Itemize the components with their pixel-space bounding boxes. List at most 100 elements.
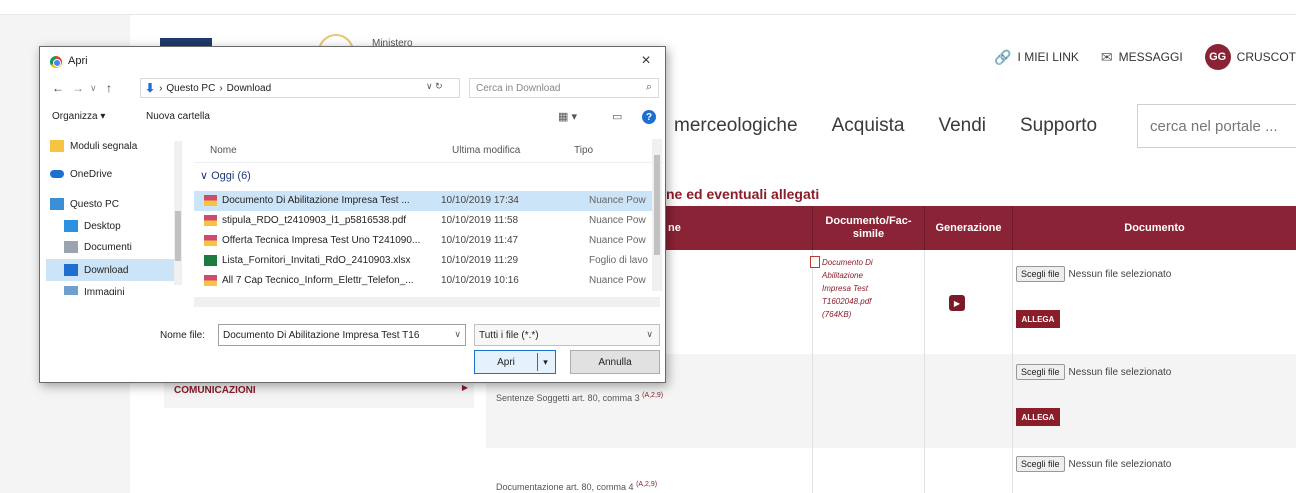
back-arrow-icon[interactable]: ← <box>52 81 64 95</box>
up-arrow-icon[interactable]: ↑ <box>106 81 112 95</box>
refresh-icon[interactable]: ∨ ↻ <box>426 81 443 92</box>
avatar: GG <box>1204 44 1231 70</box>
pdf-icon <box>810 256 820 268</box>
choose-file-button[interactable]: Scegli file <box>1016 266 1065 282</box>
file-status: Nessun file selezionato <box>1068 458 1172 470</box>
nav-pane-scrollbar[interactable] <box>174 141 182 285</box>
chevron-down-icon[interactable]: ∨ <box>454 329 461 340</box>
download-icon <box>64 264 78 276</box>
sidebar-item-label: COMUNICAZIONI <box>174 385 256 396</box>
filename-value: Documento Di Abilitazione Impresa Test T… <box>223 329 420 341</box>
my-links-link[interactable]: 🔗 I MIEI LINK <box>994 49 1079 66</box>
file-picker: Scegli file Nessun file selezionato <box>1016 364 1171 380</box>
images-icon <box>64 286 78 295</box>
excel-icon <box>204 255 217 266</box>
chrome-icon <box>50 56 62 68</box>
close-button[interactable]: × <box>633 49 659 73</box>
nav-item-download[interactable]: Download <box>46 259 180 281</box>
open-file-dialog: Apri × ← → ∨ ↑ ⬇ › Questo PC › Download … <box>39 46 666 383</box>
column-name[interactable]: Nome <box>210 145 237 156</box>
link-icon: 🔗 <box>994 48 1012 65</box>
open-options-dropdown[interactable]: ▾ <box>537 353 553 371</box>
nav-item-moduli[interactable]: Moduli segnala <box>50 135 180 157</box>
facsimile-document-link[interactable]: Documento Di Abilitazione Impresa Test T… <box>810 256 900 321</box>
row-label: Documentazione art. 80, comma 4 (A,2,9) <box>496 481 658 492</box>
row-label: Sentenze Soggetti art. 80, comma 3 (A,2,… <box>496 392 664 403</box>
column-header-document: Documento <box>1012 206 1296 250</box>
breadcrumb-this-pc[interactable]: Questo PC <box>166 83 215 94</box>
nav-item-onedrive[interactable]: OneDrive <box>50 163 180 185</box>
mail-icon: ✉ <box>1100 48 1113 65</box>
list-item[interactable]: stipula_RDO_t2410903_l1_p5816538.pdf 10/… <box>194 211 654 231</box>
generate-button[interactable]: ▶ <box>949 295 965 311</box>
file-picker: Scegli file Nessun file selezionato <box>1016 266 1171 282</box>
nav-item-vendi[interactable]: Vendi <box>938 115 986 137</box>
choose-file-button[interactable]: Scegli file <box>1016 364 1065 380</box>
column-header-generation: Generazione <box>924 206 1012 250</box>
messages-link[interactable]: ✉ MESSAGGI <box>1101 49 1183 66</box>
open-button[interactable]: Apri ▾ <box>474 350 556 374</box>
preview-pane-icon[interactable]: ▭ <box>612 110 622 123</box>
list-item[interactable]: All 7 Cap Tecnico_Inform_Elettr_Telefon_… <box>194 271 654 291</box>
table-row: Documentazione art. 80, comma 4 (A,2,9) … <box>486 448 1296 493</box>
organize-button[interactable]: Organizza ▾ <box>52 111 105 122</box>
download-icon: ⬇ <box>145 81 156 95</box>
top-border <box>0 14 1296 15</box>
nav-item-merceologiche[interactable]: merceologiche <box>674 115 798 137</box>
filetype-select[interactable]: Tutti i file (*.*) ∨ <box>474 324 660 346</box>
column-modified[interactable]: Ultima modifica <box>452 145 520 156</box>
pdf-icon <box>204 195 217 206</box>
nav-item-desktop[interactable]: Desktop <box>64 215 180 237</box>
messages-label: MESSAGGI <box>1118 50 1183 64</box>
main-navigation: merceologiche Acquista Vendi Supporto <box>674 106 1097 146</box>
group-today[interactable]: ∨ Oggi (6) <box>200 169 251 182</box>
section-title: ne ed eventuali allegati <box>666 186 820 202</box>
address-bar[interactable]: ⬇ › Questo PC › Download <box>140 78 460 98</box>
list-item[interactable]: Lista_Fornitori_Invitati_RdO_2410903.xls… <box>194 251 654 271</box>
folder-search-placeholder: Cerca in Download <box>476 82 561 94</box>
list-item[interactable]: Offerta Tecnica Impresa Test Uno T241090… <box>194 231 654 251</box>
desktop-icon <box>64 220 78 232</box>
folder-search-input[interactable]: Cerca in Download ⌕ <box>469 78 659 98</box>
choose-file-button[interactable]: Scegli file <box>1016 456 1065 472</box>
attach-button[interactable]: ALLEGA <box>1016 310 1060 328</box>
nav-item-images[interactable]: Immagini <box>64 281 180 295</box>
triangle-right-icon: ▶ <box>461 383 468 392</box>
nav-item-supporto[interactable]: Supporto <box>1020 115 1097 137</box>
filename-input[interactable]: Documento Di Abilitazione Impresa Test T… <box>218 324 466 346</box>
new-folder-button[interactable]: Nuova cartella <box>146 111 210 122</box>
file-list: Nome Ultima modifica Tipo ∨ Oggi (6) Doc… <box>194 135 664 305</box>
file-list-scrollbar[interactable] <box>652 139 662 291</box>
chevron-down-icon[interactable]: ∨ <box>90 83 97 94</box>
documents-icon <box>64 241 78 253</box>
dashboard-link[interactable]: GG CRUSCOT <box>1204 44 1296 70</box>
search-icon: ⌕ <box>645 81 652 93</box>
open-button-label: Apri <box>497 356 515 368</box>
top-navigation: 🔗 I MIEI LINK ✉ MESSAGGI GG CRUSCOT <box>994 42 1296 72</box>
attach-button[interactable]: ALLEGA <box>1016 408 1060 426</box>
list-item[interactable]: Documento Di Abilitazione Impresa Test .… <box>194 191 654 211</box>
cloud-icon <box>50 170 64 178</box>
help-icon[interactable]: ? <box>642 110 656 124</box>
view-options-icon[interactable]: ▦ ▾ <box>558 110 577 123</box>
file-status: Nessun file selezionato <box>1068 268 1172 280</box>
navigation-pane: Moduli segnala OneDrive Questo PC Deskto… <box>46 135 188 295</box>
breadcrumb-download[interactable]: Download <box>227 83 271 94</box>
column-header-facsimile: Documento/Fac-simile <box>812 206 924 250</box>
portal-search-placeholder: cerca nel portale ... <box>1150 117 1278 135</box>
pdf-icon <box>204 275 217 286</box>
dialog-titlebar[interactable]: Apri × <box>40 47 665 75</box>
portal-search-input[interactable]: cerca nel portale ... <box>1137 104 1296 148</box>
chevron-down-icon: ∨ <box>646 329 653 339</box>
my-links-label: I MIEI LINK <box>1017 50 1079 64</box>
filetype-value: Tutti i file (*.*) <box>479 329 539 341</box>
nav-item-this-pc[interactable]: Questo PC <box>50 193 180 215</box>
pdf-icon <box>204 235 217 246</box>
cancel-button[interactable]: Annulla <box>570 350 660 374</box>
file-list-horizontal-scrollbar[interactable] <box>194 297 660 307</box>
nav-item-documents[interactable]: Documenti <box>64 236 180 258</box>
column-type[interactable]: Tipo <box>574 145 593 156</box>
forward-arrow-icon[interactable]: → <box>72 81 84 95</box>
dashboard-label: CRUSCOT <box>1236 50 1296 64</box>
nav-item-acquista[interactable]: Acquista <box>832 115 905 137</box>
